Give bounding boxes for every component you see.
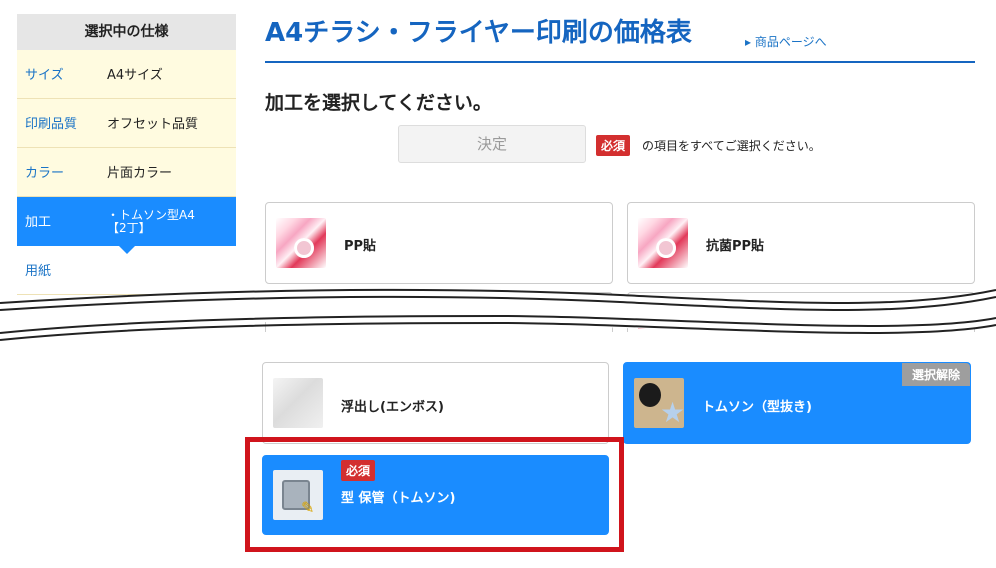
pp-lamination-thumbnail (276, 218, 326, 268)
option-antibacterial-pp[interactable]: 抗菌PP貼 (627, 202, 975, 284)
option-label: 抗菌PP貼 (706, 239, 765, 254)
highlight-frame (245, 437, 624, 552)
emboss-thumbnail (273, 378, 323, 428)
product-page-link[interactable]: ▸ 商品ページへ (745, 33, 827, 50)
spec-key: カラー (25, 166, 65, 181)
page-title: A4チラシ・フライヤー印刷の価格表 (265, 18, 692, 48)
deselect-button[interactable]: 選択解除 (901, 363, 970, 386)
option-emboss[interactable]: 浮出し(エンボス) (262, 362, 609, 444)
spec-key: 加工 (25, 215, 52, 230)
required-note-text: の項目をすべてご選択ください。 (642, 139, 821, 153)
selected-spec-panel: 選択中の仕様 サイズ A4サイズ 印刷品質 オフセット品質 カラー 片面カラー … (17, 14, 236, 295)
antibacterial-pp-thumbnail (638, 218, 688, 268)
spec-row-print-quality[interactable]: 印刷品質 オフセット品質 (17, 99, 236, 148)
spec-row-color[interactable]: カラー 片面カラー (17, 148, 236, 197)
option-label: PP貼 (344, 239, 377, 254)
spec-key: 印刷品質 (25, 117, 78, 132)
option-label: 浮出し(エンボス) (341, 400, 444, 415)
thomson-thumbnail (634, 378, 685, 429)
spec-value: ・トムソン型A4 【2丁】 (107, 208, 195, 235)
spec-key: サイズ (25, 68, 64, 83)
page-break-wave (0, 288, 996, 341)
spec-row-size[interactable]: サイズ A4サイズ (17, 50, 236, 99)
spec-key: 用紙 (25, 264, 52, 279)
option-thomson-die-cut[interactable]: トムソン（型抜き) 選択解除 (623, 362, 971, 444)
spec-value: オフセット品質 (107, 117, 199, 132)
selected-spec-heading: 選択中の仕様 (17, 14, 236, 59)
required-badge: 必須 (596, 135, 631, 156)
title-divider (265, 61, 975, 63)
spec-value: 片面カラー (107, 166, 173, 181)
option-pp-lamination[interactable]: PP貼 (265, 202, 613, 284)
decide-button[interactable]: 決定 (398, 125, 586, 163)
required-note: 必須 の項目をすべてご選択ください。 (596, 135, 821, 156)
option-label: トムソン（型抜き) (702, 400, 812, 415)
spec-value: A4サイズ (107, 68, 163, 83)
select-processing-heading: 加工を選択してください。 (265, 92, 492, 114)
spec-row-processing[interactable]: 加工 ・トムソン型A4 【2丁】 (17, 197, 236, 254)
